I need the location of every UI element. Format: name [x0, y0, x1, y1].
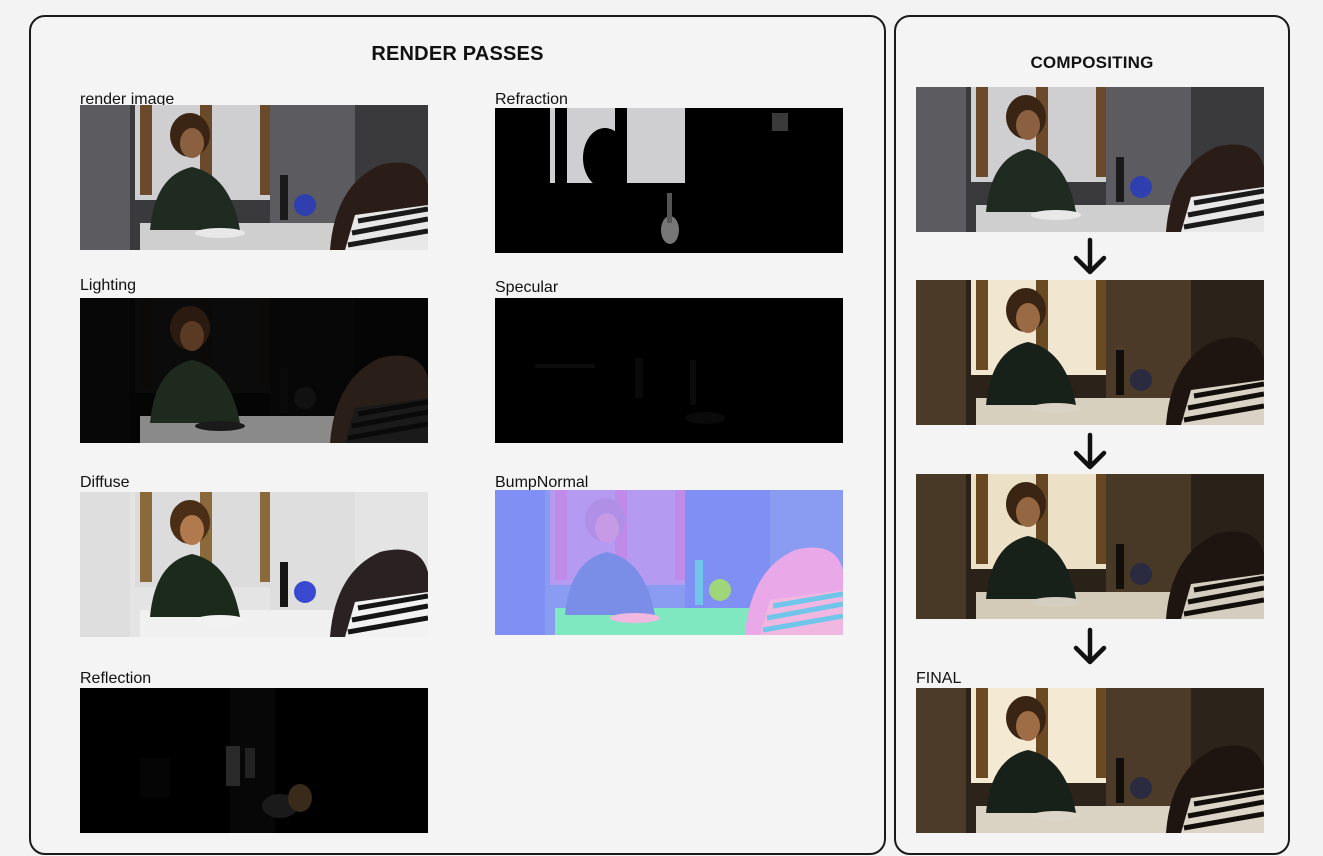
down-arrow-icon: [1070, 432, 1110, 472]
composite-thumbnail: [916, 688, 1264, 833]
compositing-panel: COMPOSITING FINAL: [894, 15, 1290, 855]
down-arrow-icon: [1070, 237, 1110, 277]
pass-label: Specular: [495, 279, 559, 296]
down-arrow-icon: [1070, 627, 1110, 667]
pass-label: Reflection: [80, 670, 152, 687]
pass-label: Refraction: [495, 91, 568, 108]
pass-thumbnail: [495, 108, 843, 253]
pass-thumbnail: [80, 105, 428, 250]
composite-thumbnail: [916, 280, 1264, 425]
pass-thumbnail: [80, 688, 428, 833]
pass-label: Diffuse: [80, 474, 130, 491]
pass-label: Lighting: [80, 277, 137, 294]
render-passes-panel: RENDER PASSES render image Refraction Li…: [29, 15, 886, 855]
composite-thumbnail: [916, 474, 1264, 619]
composite-thumbnail: [916, 87, 1264, 232]
pass-thumbnail: [495, 298, 843, 443]
pass-thumbnail: [80, 298, 428, 443]
render-passes-title: RENDER PASSES: [371, 43, 544, 65]
compositing-title: COMPOSITING: [1030, 53, 1154, 72]
pass-thumbnail: [80, 492, 428, 637]
final-label: FINAL: [916, 670, 962, 687]
pass-thumbnail: [495, 490, 843, 635]
